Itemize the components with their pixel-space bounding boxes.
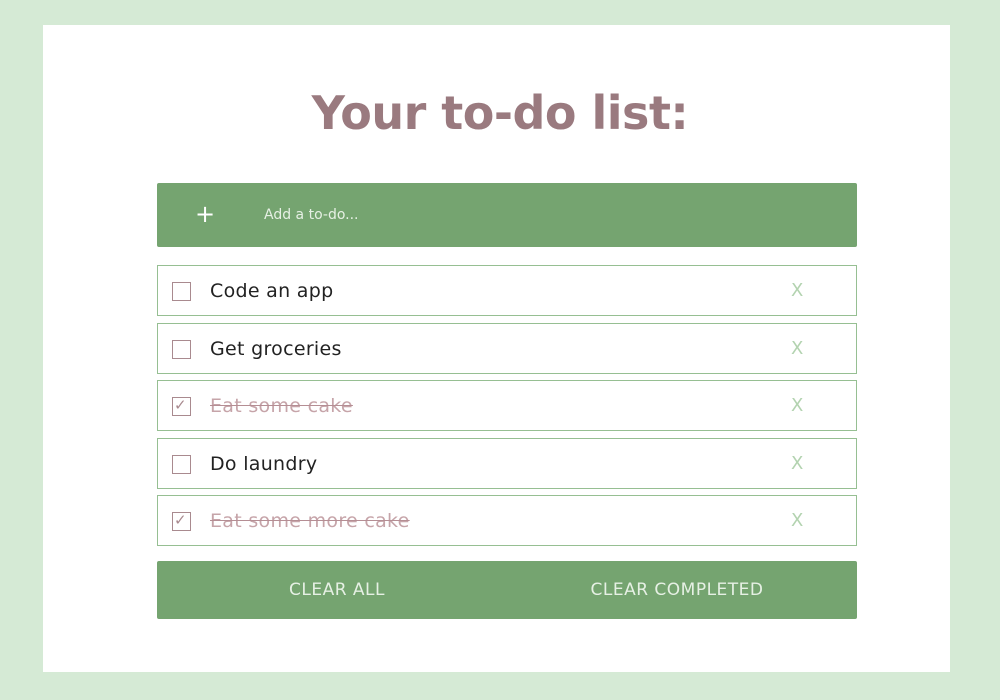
add-todo-input[interactable] — [264, 201, 824, 229]
todo-text: Get groceries — [210, 337, 342, 360]
todo-checkbox[interactable] — [172, 282, 191, 301]
todo-text: Eat some cake — [210, 395, 353, 417]
todo-item: Code an app X — [157, 265, 857, 316]
todo-item: ✓ Eat some cake X — [157, 380, 857, 431]
check-icon: ✓ — [174, 511, 187, 529]
todo-text: Do laundry — [210, 452, 318, 475]
delete-icon[interactable]: X — [791, 337, 803, 361]
clear-completed-button[interactable]: CLEAR COMPLETED — [567, 561, 787, 619]
page-title: Your to-do list: — [311, 86, 689, 140]
todo-checkbox[interactable] — [172, 339, 191, 359]
todo-text: Eat some more cake — [210, 510, 410, 532]
delete-icon[interactable]: X — [791, 279, 803, 303]
plus-icon[interactable]: + — [195, 199, 215, 229]
add-todo-bar: + — [157, 183, 857, 247]
delete-icon[interactable]: X — [791, 452, 803, 476]
clear-all-button[interactable]: CLEAR ALL — [257, 561, 417, 619]
delete-icon[interactable]: X — [791, 394, 803, 418]
todo-checkbox[interactable]: ✓ — [172, 396, 191, 416]
check-icon: ✓ — [174, 396, 187, 414]
todo-text: Code an app — [210, 280, 334, 302]
todo-list: Code an app X Get groceries X ✓ Eat some… — [157, 265, 857, 553]
todo-item: ✓ Eat some more cake X — [157, 495, 857, 546]
delete-icon[interactable]: X — [791, 509, 803, 533]
footer-bar: CLEAR ALL CLEAR COMPLETED — [157, 561, 857, 619]
todo-item: Get groceries X — [157, 322, 857, 374]
todo-item: Do laundry X — [157, 437, 857, 489]
todo-checkbox[interactable] — [172, 454, 191, 474]
todo-checkbox[interactable]: ✓ — [172, 511, 191, 531]
